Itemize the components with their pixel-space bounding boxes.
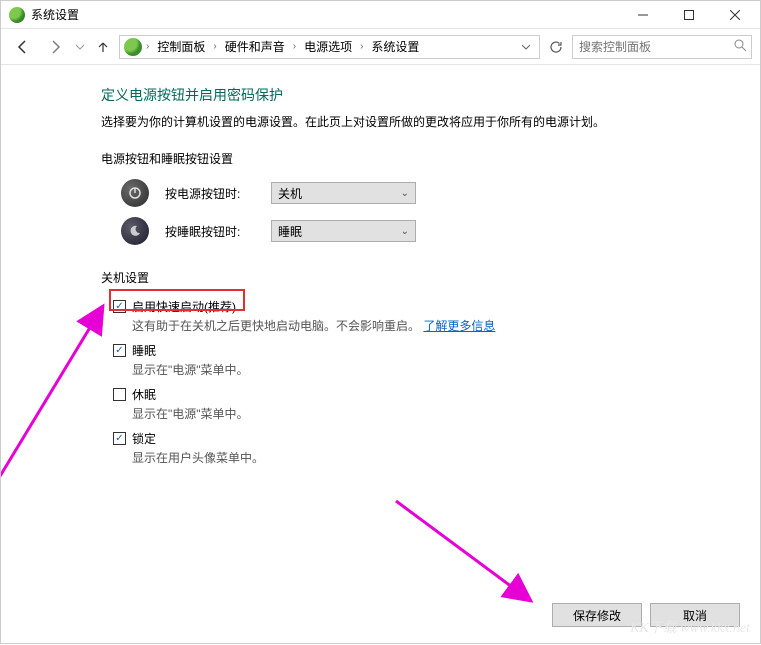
chevron-right-icon: › [144,41,151,52]
breadcrumb-item[interactable]: 电源选项 [300,38,356,55]
power-button-row: 按电源按钮时: 关机 ⌄ [121,179,760,207]
save-button[interactable]: 保存修改 [552,603,642,627]
lock-option: ✓ 锁定 显示在用户头像菜单中。 [113,430,760,466]
breadcrumb-item[interactable]: 硬件和声音 [221,38,289,55]
sleep-option: ✓ 睡眠 显示在"电源"菜单中。 [113,342,760,378]
minimize-button[interactable] [620,1,666,29]
lock-checkbox[interactable]: ✓ [113,432,126,445]
maximize-button[interactable] [666,1,712,29]
power-button-label: 按电源按钮时: [165,185,255,202]
page-heading: 定义电源按钮并启用密码保护 [101,85,760,105]
chevron-right-icon: › [358,41,365,52]
fast-startup-option: ✓ 启用快速启动(推荐) 这有助于在关机之后更快地启动电脑。不会影响重启。 了解… [113,298,760,334]
refresh-button[interactable] [544,40,568,54]
breadcrumb-item[interactable]: 系统设置 [367,38,423,55]
sleep-checkbox[interactable]: ✓ [113,344,126,357]
section-button-settings: 电源按钮和睡眠按钮设置 [101,150,760,167]
page-content: 定义电源按钮并启用密码保护 选择要为你的计算机设置的电源设置。在此页上对设置所做… [1,65,760,466]
app-icon [9,7,25,23]
hibernate-label: 休眠 [132,386,156,403]
fast-startup-label: 启用快速启动(推荐) [132,298,236,315]
breadcrumb-dropdown[interactable] [517,43,535,51]
sleep-button-dropdown[interactable]: 睡眠 ⌄ [271,220,416,242]
chevron-down-icon: ⌄ [401,226,409,237]
forward-button[interactable] [41,33,69,61]
sleep-desc: 显示在"电源"菜单中。 [132,361,760,378]
search-input[interactable] [579,40,734,54]
dropdown-value: 关机 [278,185,302,202]
section-shutdown-settings: 关机设置 [101,269,760,286]
up-button[interactable] [91,33,115,61]
moon-icon [121,217,149,245]
watermark: KK下载 www.kkx.net [630,617,750,637]
power-button-dropdown[interactable]: 关机 ⌄ [271,182,416,204]
recent-dropdown[interactable] [73,33,87,61]
chevron-down-icon: ⌄ [401,188,409,199]
lock-desc: 显示在用户头像菜单中。 [132,449,760,466]
chevron-right-icon: › [291,41,298,52]
breadcrumb-bar[interactable]: › 控制面板 › 硬件和声音 › 电源选项 › 系统设置 [119,35,540,59]
fast-startup-checkbox[interactable]: ✓ [113,300,126,313]
hibernate-desc: 显示在"电源"菜单中。 [132,405,760,422]
control-panel-icon [124,38,142,56]
chevron-right-icon: › [211,41,218,52]
title-bar: 系统设置 [1,1,760,29]
learn-more-link[interactable]: 了解更多信息 [423,319,495,333]
power-icon [121,179,149,207]
back-button[interactable] [9,33,37,61]
fast-startup-desc: 这有助于在关机之后更快地启动电脑。不会影响重启。 了解更多信息 [132,317,760,334]
search-box[interactable] [572,35,752,59]
search-icon [734,39,747,55]
hibernate-option: 休眠 显示在"电源"菜单中。 [113,386,760,422]
hibernate-checkbox[interactable] [113,388,126,401]
close-button[interactable] [712,1,758,29]
lock-label: 锁定 [132,430,156,447]
window-title: 系统设置 [31,6,620,23]
dropdown-value: 睡眠 [278,223,302,240]
page-description: 选择要为你的计算机设置的电源设置。在此页上对设置所做的更改将应用于你所有的电源计… [101,113,760,130]
sleep-button-label: 按睡眠按钮时: [165,223,255,240]
breadcrumb-item[interactable]: 控制面板 [153,38,209,55]
sleep-button-row: 按睡眠按钮时: 睡眠 ⌄ [121,217,760,245]
window-controls [620,1,758,29]
navigation-bar: › 控制面板 › 硬件和声音 › 电源选项 › 系统设置 [1,29,760,65]
sleep-label: 睡眠 [132,342,156,359]
